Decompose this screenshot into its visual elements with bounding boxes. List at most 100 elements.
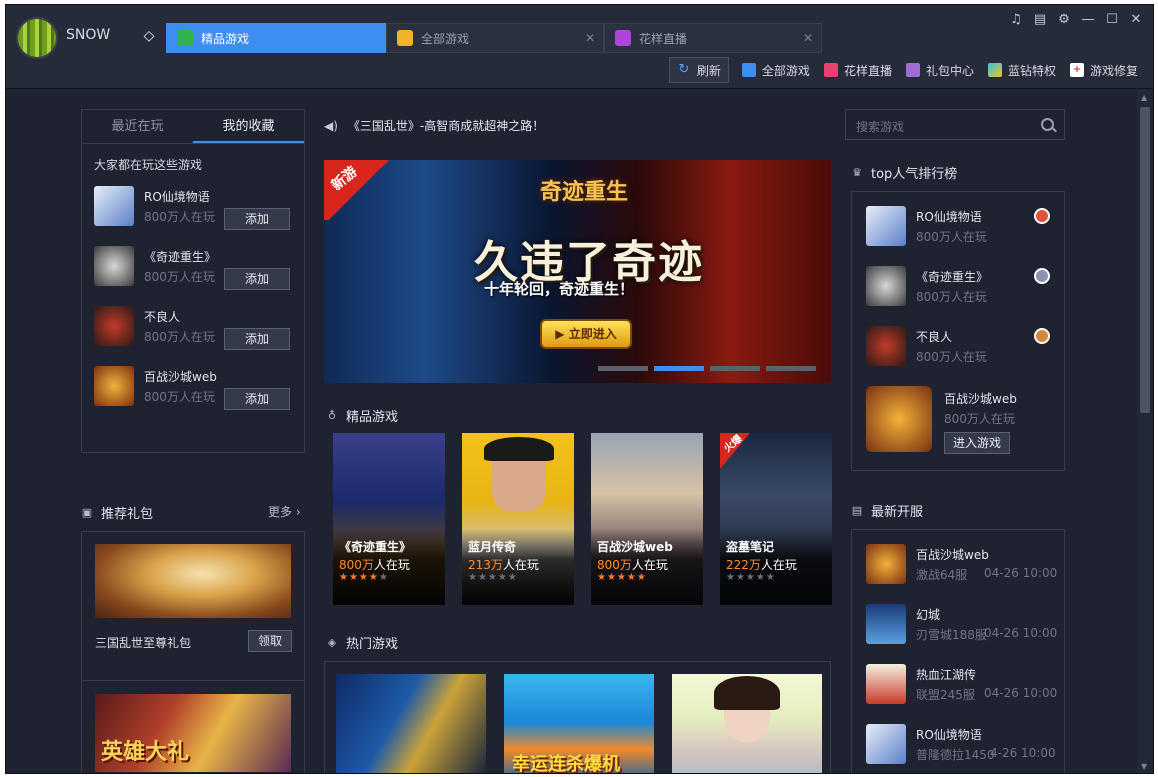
gamepad-icon (741, 63, 756, 77)
gift-title-label: 推荐礼包 (101, 507, 154, 522)
scroll-down-icon[interactable]: ▼ (1141, 762, 1147, 771)
gift-more-label: 更多 (268, 505, 293, 519)
username[interactable]: SNOW (66, 27, 110, 43)
featured-game-icon[interactable] (866, 386, 932, 452)
game-icon (866, 266, 906, 306)
rank-title-label: top人气排行榜 (871, 167, 958, 182)
document-icon: ▤ (851, 503, 863, 517)
tab-recently-played[interactable]: 最近在玩 (82, 110, 193, 143)
list-item[interactable]: 热血江湖传 联盟245服 04-26 10:00 (866, 664, 1066, 708)
notification-icon[interactable]: ♫ (1007, 11, 1025, 29)
tab-my-favorites[interactable]: 我的收藏 (193, 110, 304, 143)
game-icon[interactable] (94, 246, 134, 286)
list-item[interactable]: 《奇迹重生》 800万人在玩 (866, 266, 1052, 310)
add-button[interactable]: 添加 (224, 388, 290, 410)
gift-banner-image[interactable]: 英雄大礼 (95, 694, 291, 772)
repair-button[interactable]: + 游戏修复 (1063, 57, 1145, 83)
live-button[interactable]: 花样直播 (817, 57, 899, 83)
tab-featured-games[interactable]: 精品游戏 (166, 23, 386, 53)
list-item[interactable]: RO仙境物语 800万人在玩 (866, 206, 1052, 250)
server-name: 刃雪城188服 (916, 628, 987, 642)
game-card[interactable]: 蓝月传奇 213万人在玩 ★★★★★ (462, 433, 574, 605)
announcement[interactable]: ◀) 《三国乱世》-高智商成就超神之路！ (324, 117, 544, 134)
list-item[interactable]: 百战沙城web 激战64服 04-26 10:00 (866, 544, 1066, 588)
pager-dot[interactable] (710, 366, 760, 371)
card-players: 800万人在玩 (339, 556, 410, 573)
add-button[interactable]: 添加 (224, 268, 290, 290)
refresh-button[interactable]: ↻ 刷新 (668, 57, 729, 83)
shield-icon: ◈ (327, 635, 337, 649)
card-player-count: 800万 (339, 558, 374, 572)
close-icon[interactable]: ✕ (585, 31, 595, 45)
flower-icon (823, 63, 838, 77)
banner-slogan: 十年轮回，奇迹重生！ (484, 280, 635, 298)
game-icon[interactable] (94, 306, 134, 346)
card-title: 蓝月传奇 (468, 540, 517, 554)
claim-button[interactable]: 领取 (248, 630, 292, 652)
medal-bronze-icon (1034, 328, 1050, 344)
game-players: 800万人在玩 (916, 290, 987, 304)
hot-game-image[interactable] (672, 674, 822, 773)
close-icon[interactable]: ✕ (803, 31, 813, 45)
gift-more-link[interactable]: 更多 › (268, 503, 301, 520)
featured-game-players: 800万人在玩 (944, 412, 1015, 426)
flower-icon (615, 30, 631, 46)
live-label: 花样直播 (843, 63, 892, 78)
enter-game-button[interactable]: 进入游戏 (944, 432, 1010, 454)
gift-center-button[interactable]: 礼包中心 (899, 57, 981, 83)
scroll-up-icon[interactable]: ▲ (1141, 93, 1147, 102)
hero-banner[interactable]: 新游 奇迹重生 久违了奇迹 十年轮回，奇迹重生！ ▶ 立即进入 (324, 160, 831, 383)
hot-game-image[interactable] (336, 674, 486, 773)
game-icon[interactable] (94, 366, 134, 406)
card-player-suffix: 人在玩 (760, 558, 797, 572)
featured-game-name: 百战沙城web (944, 392, 1017, 406)
maximize-icon[interactable]: ☐ (1103, 11, 1121, 29)
gift-name: 三国乱世至尊礼包 (95, 636, 192, 650)
game-icon[interactable] (94, 186, 134, 226)
gear-icon[interactable]: ⚙ (1055, 11, 1073, 29)
game-name: 不良人 (916, 330, 953, 344)
blue-diamond-button[interactable]: 蓝钻特权 (981, 57, 1063, 83)
pager-dot[interactable] (766, 366, 816, 371)
search-icon[interactable] (1041, 118, 1054, 131)
tab-live[interactable]: 花样直播 ✕ (604, 23, 822, 53)
game-icon (866, 724, 906, 764)
search-box[interactable]: 搜索游戏 (845, 109, 1065, 140)
list-item[interactable]: 不良人 800万人在玩 (866, 326, 1052, 370)
list-item[interactable]: 幻城 刃雪城188服 04-26 10:00 (866, 604, 1066, 648)
launcher-window: SNOW ◇ 精品游戏 全部游戏 ✕ 花样直播 ✕ ♫ ▤ ⚙ — ☐ ✕ ↻ (5, 4, 1154, 774)
tab-label: 全部游戏 (421, 31, 470, 46)
banner-logo: 奇迹重生 (540, 180, 629, 205)
game-name: 不良人 (144, 310, 181, 324)
game-name: RO仙境物语 (144, 190, 210, 204)
scrollbar-thumb[interactable] (1140, 107, 1150, 413)
open-time: 4-26 10:00 (990, 746, 1056, 760)
message-icon[interactable]: ▤ (1031, 11, 1049, 29)
card-title: 《奇迹重生》 (339, 540, 412, 554)
close-icon[interactable]: ✕ (1127, 11, 1145, 29)
list-item[interactable]: RO仙境物语 普隆德拉1450 4-26 10:00 (866, 724, 1066, 768)
enter-now-button[interactable]: ▶ 立即进入 (540, 319, 632, 349)
avatar[interactable] (16, 17, 58, 59)
pager-dot[interactable] (598, 366, 648, 371)
game-card[interactable]: 火爆 盗墓笔记 222万人在玩 ★★★★★ (720, 433, 832, 605)
diamond-icon (987, 63, 1002, 77)
game-card[interactable]: 《奇迹重生》 800万人在玩 ★★★★★ (333, 433, 445, 605)
diamond-icon[interactable]: ◇ (140, 29, 158, 43)
pager-dot[interactable] (654, 366, 704, 371)
add-button[interactable]: 添加 (224, 208, 290, 230)
card-players: 800万人在玩 (597, 556, 668, 573)
gift-banner-image[interactable] (95, 544, 291, 618)
game-card[interactable]: 百战沙城web 800万人在玩 ★★★★★ (591, 433, 703, 605)
scrollbar[interactable]: ▲ ▼ (1137, 89, 1153, 773)
gift-section-title: ▣ 推荐礼包 (81, 503, 153, 522)
add-button[interactable]: 添加 (224, 328, 290, 350)
hot-game-image[interactable]: 幸运连杀爆机 (504, 674, 654, 773)
repair-label: 游戏修复 (1089, 63, 1138, 78)
new-badge (324, 160, 394, 220)
minimize-icon[interactable]: — (1079, 11, 1097, 29)
game-players: 800万人在玩 (916, 230, 987, 244)
rating-stars: ★★★★★ (339, 572, 389, 583)
tab-all-games[interactable]: 全部游戏 ✕ (386, 23, 604, 53)
all-games-button[interactable]: 全部游戏 (735, 57, 817, 83)
